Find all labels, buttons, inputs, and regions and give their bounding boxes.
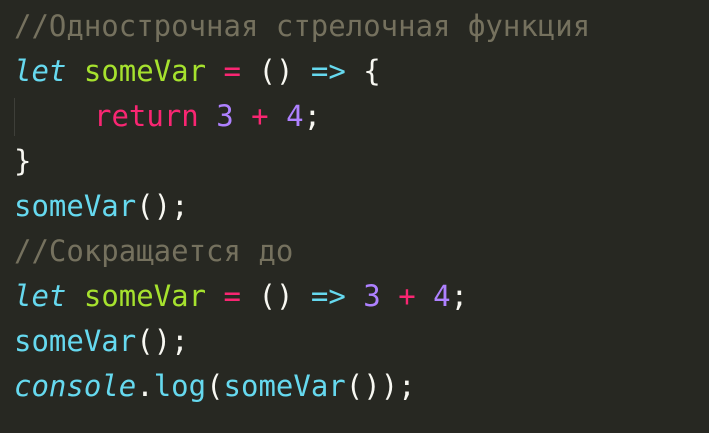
code-line-8: someVar(); — [14, 319, 189, 364]
arrow-operator: => — [310, 279, 346, 313]
number-literal: 4 — [286, 99, 304, 133]
call-parens: (); — [136, 324, 189, 358]
method-log: log — [153, 369, 207, 403]
comment: //Сокращается до — [14, 234, 294, 268]
operator-plus: + — [251, 99, 269, 133]
semicolon: ; — [303, 99, 322, 133]
close-brace: } — [14, 144, 32, 178]
keyword-return: return — [94, 99, 199, 133]
comment: //Однострочная стрелочная функция — [14, 9, 591, 43]
console-object: console — [14, 369, 137, 403]
keyword-let: let — [14, 54, 67, 88]
call-parens: (); — [136, 189, 189, 223]
code-line-6: //Сокращается до — [14, 229, 293, 274]
code-line-9: console.log(someVar()); — [14, 364, 416, 409]
variable-name: someVar — [83, 54, 207, 88]
semicolon: ; — [450, 279, 469, 313]
code-line-2: let someVar = () => { — [14, 49, 381, 94]
code-line-5: someVar(); — [14, 184, 189, 229]
operator-assign: = — [223, 279, 242, 313]
number-literal: 3 — [216, 99, 234, 133]
function-call: someVar — [14, 189, 137, 223]
code-line-3: return 3 + 4; — [14, 94, 321, 139]
code-line-1: //Однострочная стрелочная функция — [14, 4, 590, 49]
call-parens: () — [345, 369, 381, 403]
arrow-operator: => — [310, 54, 346, 88]
open-brace: { — [363, 54, 381, 88]
code-line-7: let someVar = () => 3 + 4; — [14, 274, 468, 319]
close-paren-semicolon: ); — [380, 369, 416, 403]
parens: () — [258, 54, 294, 88]
number-literal: 4 — [433, 279, 451, 313]
code-line-4: } — [14, 139, 31, 184]
parens: () — [258, 279, 294, 313]
number-literal: 3 — [363, 279, 381, 313]
operator-plus: + — [398, 279, 416, 313]
open-paren: ( — [206, 369, 224, 403]
variable-name: someVar — [83, 279, 207, 313]
code-editor: //Однострочная стрелочная функция let so… — [0, 0, 709, 433]
dot: . — [136, 369, 154, 403]
function-call: someVar — [223, 369, 346, 403]
operator-assign: = — [223, 54, 242, 88]
function-call: someVar — [14, 324, 137, 358]
keyword-let: let — [14, 279, 67, 313]
